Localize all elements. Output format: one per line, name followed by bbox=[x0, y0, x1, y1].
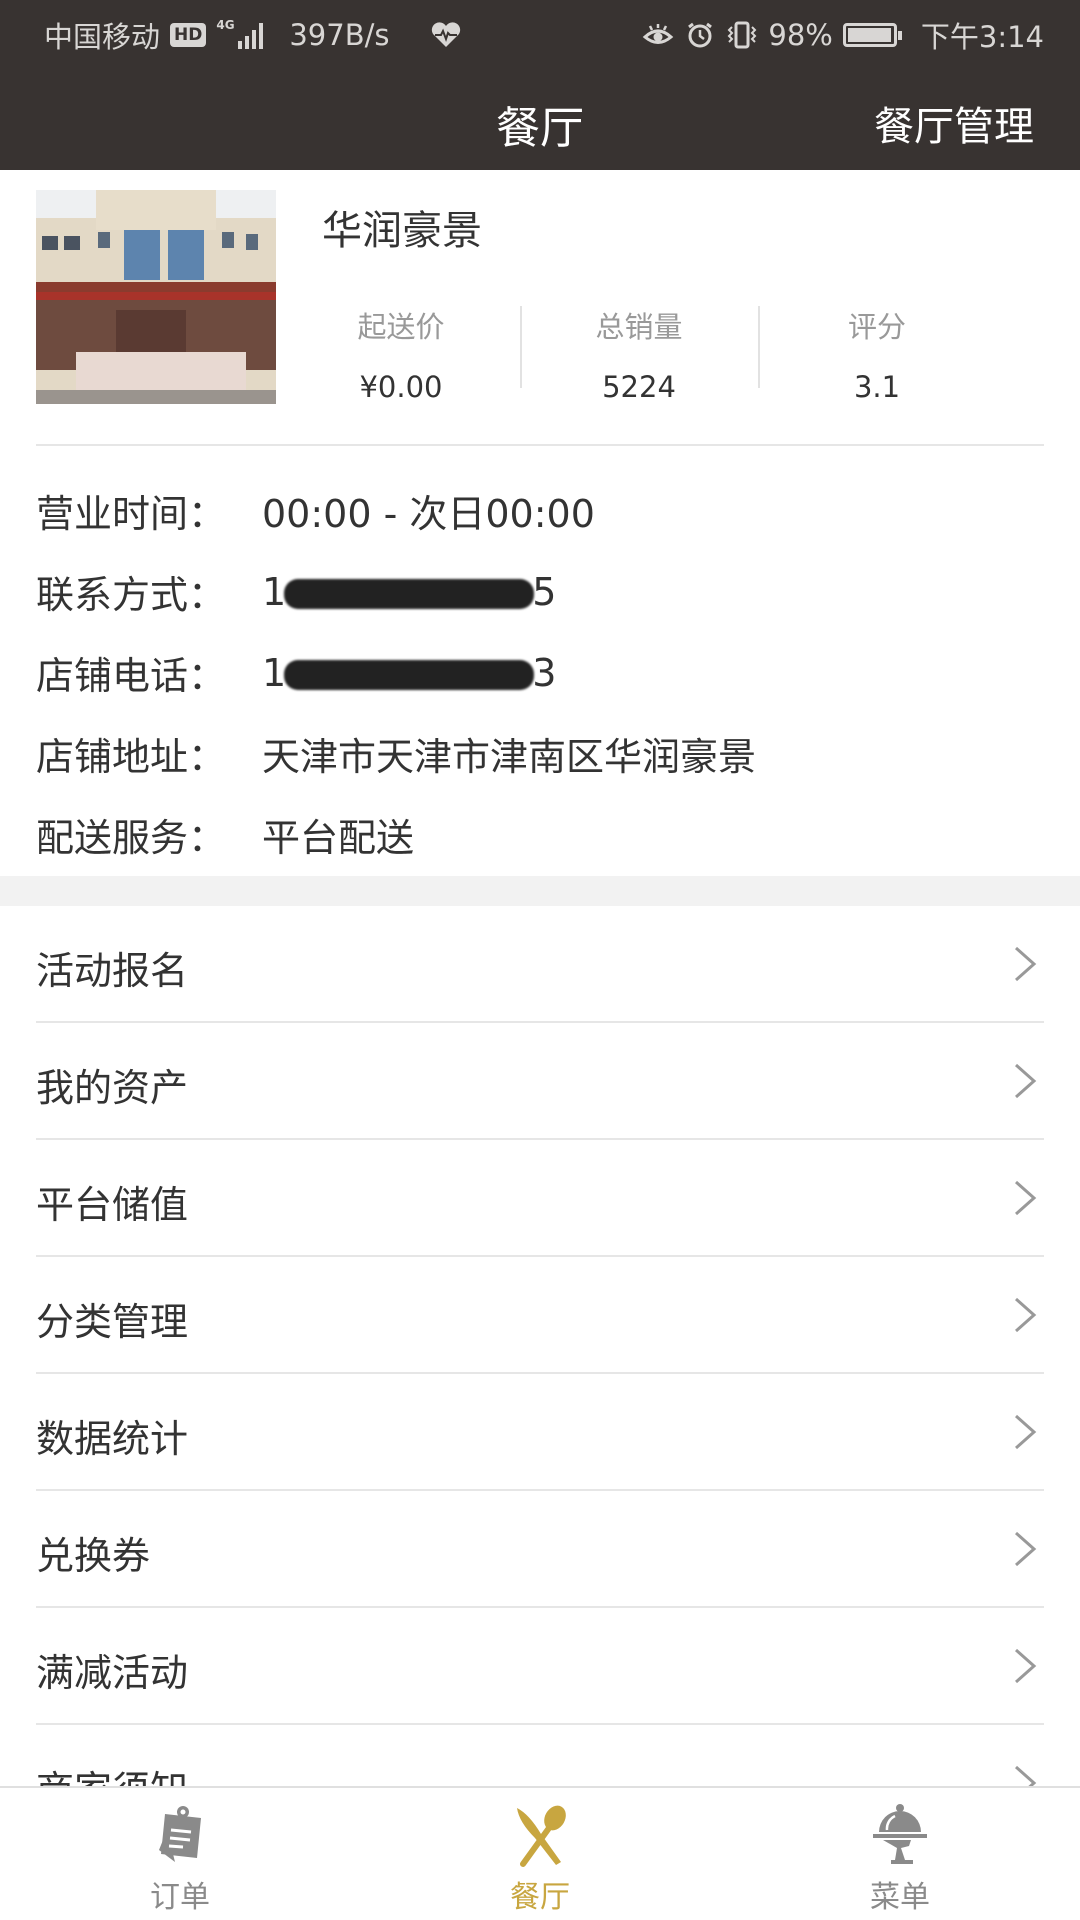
redacted-contact-number: 15 bbox=[262, 569, 557, 614]
order-clipboard-icon bbox=[159, 1806, 201, 1862]
knife-spoon-icon bbox=[517, 1805, 566, 1867]
battery-percent-label: 98% bbox=[768, 18, 833, 52]
info-value: 00:00 - 次日00:00 bbox=[262, 492, 595, 536]
business-hours-row: 营业时间： 00:00 - 次日00:00 bbox=[36, 470, 756, 551]
menu-item-vouchers[interactable]: 兑换券 bbox=[0, 1491, 1080, 1608]
restaurant-manage-button[interactable]: 餐厅管理 bbox=[874, 94, 1034, 152]
section-gap bbox=[0, 876, 1080, 906]
menu-item-discount-promotions[interactable]: 满减活动 bbox=[0, 1608, 1080, 1725]
app-header: 餐厅 餐厅管理 bbox=[0, 66, 1080, 170]
battery-icon bbox=[842, 23, 902, 47]
tab-orders[interactable]: 订单 bbox=[0, 1788, 360, 1920]
stat-label: 总销量 bbox=[595, 310, 683, 344]
stat-total-sales: 总销量 5224 bbox=[520, 300, 758, 410]
menu-item-platform-topup[interactable]: 平台储值 bbox=[0, 1140, 1080, 1257]
shop-phone-row: 店铺电话： 13 bbox=[36, 632, 756, 713]
status-bar: 中国移动 HD 4G 397B/s 98% 下午3:14 bbox=[0, 0, 1080, 66]
menu-item-activity-signup[interactable]: 活动报名 bbox=[0, 906, 1080, 1023]
eye-icon bbox=[643, 24, 674, 44]
clock-label: 下午3:14 bbox=[920, 20, 1044, 54]
heart-rate-icon bbox=[431, 22, 460, 47]
menu-item-label: 兑换券 bbox=[36, 1534, 151, 1578]
tab-menu[interactable]: 菜单 bbox=[720, 1788, 1080, 1920]
shop-info-card: 华润豪景 起送价 ¥0.00 总销量 5224 评分 3.1 营业时间： 00:… bbox=[0, 170, 1080, 876]
storefront-photo bbox=[36, 190, 276, 404]
info-key: 配送服务： bbox=[36, 816, 227, 860]
tab-label: 订单 bbox=[150, 1880, 210, 1915]
shop-stats: 起送价 ¥0.00 总销量 5224 评分 3.1 bbox=[282, 300, 1080, 410]
menu-item-label: 活动报名 bbox=[36, 949, 189, 993]
stat-min-order: 起送价 ¥0.00 bbox=[282, 300, 520, 410]
chevron-right-icon bbox=[1015, 1648, 1037, 1684]
cloche-icon bbox=[873, 1804, 927, 1864]
menu-item-label: 满减活动 bbox=[36, 1651, 189, 1695]
menu-item-label: 我的资产 bbox=[36, 1066, 189, 1110]
menu-list: 活动报名 我的资产 平台储值 分类管理 数据统计 兑换券 满减活动 商家须知 bbox=[0, 906, 1080, 1842]
menu-item-category-management[interactable]: 分类管理 bbox=[0, 1257, 1080, 1374]
tab-label: 菜单 bbox=[870, 1880, 930, 1915]
menu-item-label: 数据统计 bbox=[36, 1417, 189, 1461]
menu-item-data-statistics[interactable]: 数据统计 bbox=[0, 1374, 1080, 1491]
stat-rating: 评分 3.1 bbox=[758, 300, 996, 410]
stat-label: 起送价 bbox=[357, 310, 445, 344]
alarm-icon bbox=[688, 22, 713, 48]
divider bbox=[36, 444, 1044, 446]
stat-value: ¥0.00 bbox=[359, 370, 443, 404]
chevron-right-icon bbox=[1015, 1531, 1037, 1567]
stat-label: 评分 bbox=[847, 310, 906, 344]
info-key: 联系方式： bbox=[36, 573, 227, 617]
shop-address-row: 店铺地址： 天津市天津市津南区华润豪景 bbox=[36, 713, 756, 794]
contact-row: 联系方式： 15 bbox=[36, 551, 756, 632]
stat-value: 3.1 bbox=[853, 370, 901, 404]
shop-name: 华润豪景 bbox=[322, 208, 482, 254]
info-key: 营业时间： bbox=[36, 492, 227, 536]
tab-restaurant[interactable]: 餐厅 bbox=[360, 1788, 720, 1920]
hd-icon: HD bbox=[170, 23, 207, 47]
menu-item-label: 分类管理 bbox=[36, 1300, 189, 1344]
shop-details: 营业时间： 00:00 - 次日00:00 联系方式： 15 店铺电话： 13 … bbox=[36, 470, 756, 875]
delivery-service-row: 配送服务： 平台配送 bbox=[36, 794, 756, 875]
chevron-right-icon bbox=[1015, 1414, 1037, 1450]
chevron-right-icon bbox=[1015, 946, 1037, 982]
info-key: 店铺地址： bbox=[36, 735, 227, 779]
info-value: 平台配送 bbox=[262, 816, 415, 860]
info-key: 店铺电话： bbox=[36, 654, 227, 698]
signal-icon: 4G bbox=[216, 18, 264, 49]
chevron-right-icon bbox=[1015, 1180, 1037, 1216]
bottom-tab-bar: 订单 餐厅 菜单 bbox=[0, 1786, 1080, 1920]
tab-label: 餐厅 bbox=[510, 1880, 570, 1915]
vibrate-icon bbox=[727, 21, 757, 49]
stat-value: 5224 bbox=[602, 370, 676, 404]
network-type-label: 4G bbox=[216, 18, 235, 32]
carrier-label: 中国移动 bbox=[44, 20, 161, 54]
net-speed-label: 397B/s bbox=[289, 18, 390, 52]
chevron-right-icon bbox=[1015, 1297, 1037, 1333]
menu-item-label: 平台储值 bbox=[36, 1183, 189, 1227]
chevron-right-icon bbox=[1015, 1063, 1037, 1099]
info-value: 天津市天津市津南区华润豪景 bbox=[262, 735, 757, 779]
menu-item-my-assets[interactable]: 我的资产 bbox=[0, 1023, 1080, 1140]
redacted-shop-phone: 13 bbox=[262, 650, 557, 695]
